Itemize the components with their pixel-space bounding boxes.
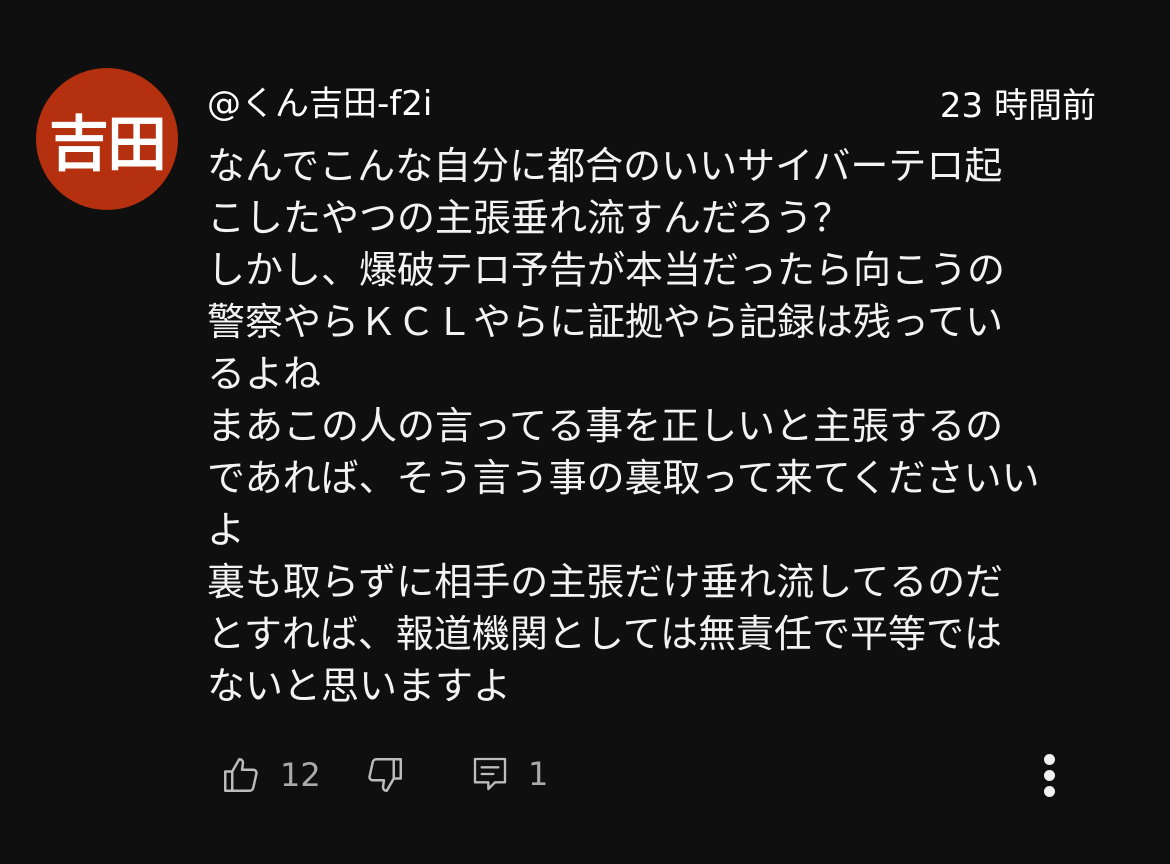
more-options-button[interactable]	[1036, 752, 1064, 800]
comment-line: ないと思いますよ	[207, 664, 512, 708]
comment-line: 裏も取らずに相手の主張だけ垂れ流してるのだ	[207, 560, 1004, 604]
comment-line: しかし、爆破テロ予告が本当だったら向こうの	[207, 248, 1006, 292]
reply-comment-icon	[470, 754, 510, 794]
like-button[interactable]: 12	[220, 754, 321, 796]
dislike-button[interactable]	[364, 754, 406, 796]
thumbs-down-icon	[364, 754, 406, 796]
comment-line: よ	[207, 508, 246, 552]
comment-body: なんでこんな自分に都合のいいサイバーテロ起 こしたやつの主張垂れ流すんだろう？ …	[207, 140, 1107, 712]
avatar-text: 吉田	[49, 109, 167, 180]
comment-line: こしたやつの主張垂れ流すんだろう？	[207, 196, 851, 240]
comment-line: まあこの人の言ってる事を正しいと主張するの	[207, 404, 1004, 448]
comment-line: とすれば、報道機関としては無責任で平等では	[207, 612, 1002, 656]
like-count: 12	[280, 756, 321, 794]
reply-count: 1	[528, 755, 549, 793]
comment-line: であれば、そう言う事の裏取って来てくださいい	[207, 456, 1040, 500]
thumbs-up-icon	[220, 754, 262, 796]
comment-line: るよね	[207, 352, 322, 396]
comment-author[interactable]: @くん吉田-f2i	[207, 76, 432, 125]
comment-actions: 12 1	[0, 740, 1170, 810]
avatar[interactable]: 吉田	[36, 68, 178, 210]
comment-line: なんでこんな自分に都合のいいサイバーテロ起	[207, 144, 1003, 188]
reply-button[interactable]: 1	[470, 754, 548, 794]
comment-timestamp[interactable]: 23 時間前	[940, 78, 1096, 127]
comment-line: 警察やらＫＣＬやらに証拠やら記録は残ってい	[207, 300, 1004, 344]
